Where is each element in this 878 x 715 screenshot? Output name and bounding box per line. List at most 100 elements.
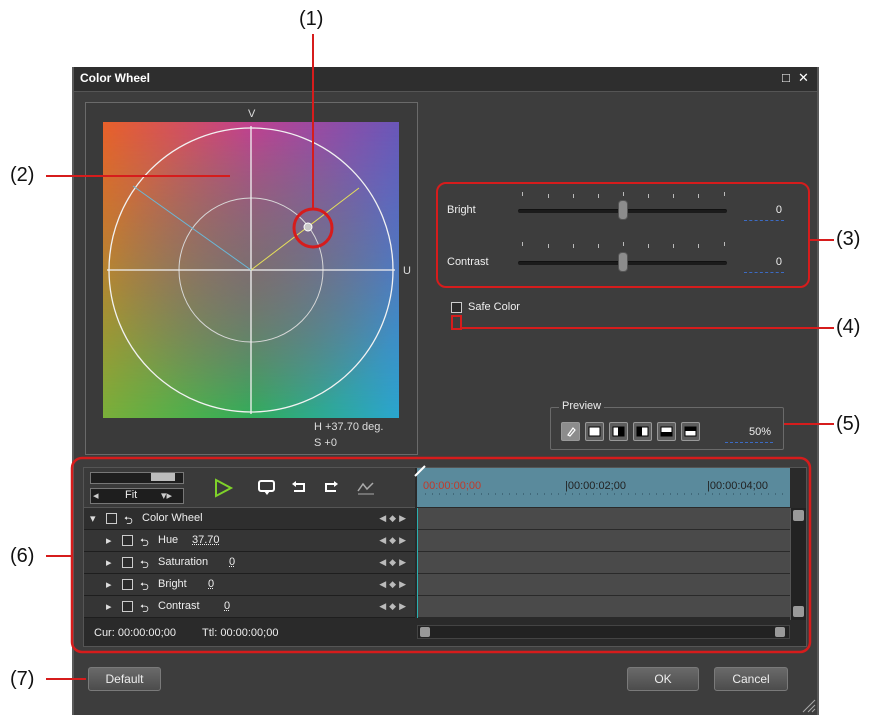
keyframe-lane[interactable] xyxy=(417,574,790,596)
track-checkbox[interactable] xyxy=(122,557,133,568)
play-icon[interactable] xyxy=(212,477,234,499)
preview-full-button[interactable] xyxy=(585,422,604,441)
keyframe-timeline: ◂ Fit ▾▸ 00:00:00;00 |00:00:02;00 |00:00… xyxy=(83,465,807,647)
contrast-slider-thumb[interactable] xyxy=(617,252,628,272)
tick xyxy=(698,244,699,248)
callout-6: (6) xyxy=(10,545,35,567)
prev-keyframe-icon[interactable] xyxy=(290,480,308,496)
keyframe-lane[interactable] xyxy=(417,596,790,618)
reset-icon[interactable]: ⮌ xyxy=(140,600,149,619)
zoom-scrollbar[interactable] xyxy=(90,472,184,484)
callout-7: (7) xyxy=(10,668,35,690)
tick xyxy=(598,244,599,248)
color-wheel[interactable] xyxy=(103,122,399,418)
contrast-value[interactable]: 0 xyxy=(756,256,782,268)
preview-split-right-button[interactable] xyxy=(633,422,652,441)
track-checkbox[interactable] xyxy=(106,513,117,524)
keyframe-lane[interactable] xyxy=(417,530,790,552)
horizontal-scrollbar[interactable] xyxy=(417,625,790,639)
safe-color-checkbox[interactable] xyxy=(451,302,462,313)
keyframe-nav-icons[interactable]: ◀◆▶ xyxy=(379,601,409,612)
reset-icon[interactable]: ⮌ xyxy=(140,534,149,553)
bright-value-underline xyxy=(744,220,784,221)
cancel-button[interactable]: Cancel xyxy=(714,667,788,691)
full-preview-icon xyxy=(588,426,601,437)
expand-icon[interactable]: ▸ xyxy=(106,578,112,591)
current-timecode: Cur: 00:00:00;00 xyxy=(94,627,176,639)
preview-zoom-value[interactable]: 50% xyxy=(731,426,771,438)
track-checkbox[interactable] xyxy=(122,579,133,590)
preview-split-top-button[interactable] xyxy=(657,422,676,441)
scroll-left-icon[interactable] xyxy=(420,627,430,637)
tick xyxy=(598,194,599,198)
scroll-up-icon[interactable] xyxy=(793,510,804,521)
timecode-footer: Cur: 00:00:00;00 Ttl: 00:00:00;00 xyxy=(84,620,415,646)
tick xyxy=(673,244,674,248)
close-icon[interactable]: ✕ xyxy=(798,70,809,86)
expand-icon[interactable]: ▸ xyxy=(106,556,112,569)
bright-slider-thumb[interactable] xyxy=(617,200,628,220)
split-bottom-icon xyxy=(684,426,697,437)
preview-group: Preview 50% xyxy=(550,400,784,450)
maximize-icon[interactable]: □ xyxy=(782,70,790,85)
tick xyxy=(548,194,549,198)
ok-button[interactable]: OK xyxy=(627,667,699,691)
total-timecode: Ttl: 00:00:00;00 xyxy=(202,627,279,639)
fit-dropdown[interactable]: ◂ Fit ▾▸ xyxy=(90,488,184,504)
default-button[interactable]: Default xyxy=(88,667,161,691)
add-keyframe-icon[interactable] xyxy=(256,478,278,498)
fit-prev-icon[interactable]: ◂ xyxy=(93,489,99,502)
track-row-color-wheel[interactable]: ▾ ⮌ Color Wheel ◀◆▶ xyxy=(84,508,415,530)
tick xyxy=(673,194,674,198)
keyframe-lane[interactable] xyxy=(417,508,790,530)
reset-icon[interactable]: ⮌ xyxy=(124,512,133,531)
reset-icon[interactable]: ⮌ xyxy=(140,578,149,597)
tick xyxy=(623,242,624,246)
expand-icon[interactable]: ▸ xyxy=(106,600,112,613)
contrast-value-underline xyxy=(744,272,784,273)
preview-buttons xyxy=(561,422,711,441)
track-checkbox[interactable] xyxy=(122,601,133,612)
contrast-track-value[interactable]: 0 xyxy=(224,600,230,612)
fit-dropdown-icon[interactable]: ▾▸ xyxy=(161,489,172,502)
resize-grip-icon[interactable] xyxy=(800,697,816,713)
scroll-down-icon[interactable] xyxy=(793,606,804,617)
tick xyxy=(522,242,523,246)
keyframe-nav-icons[interactable]: ◀◆▶ xyxy=(379,557,409,568)
hue-track-value[interactable]: 37.70 xyxy=(192,534,220,546)
keyframe-lane[interactable] xyxy=(417,552,790,574)
vertical-scrollbar[interactable] xyxy=(790,508,806,620)
preview-pin-button[interactable] xyxy=(561,422,580,441)
preview-label: Preview xyxy=(559,400,605,412)
bright-label: Bright xyxy=(447,204,476,216)
keyframe-nav-icons[interactable]: ◀◆▶ xyxy=(379,579,409,590)
expand-icon[interactable]: ▸ xyxy=(106,534,112,547)
track-row-hue[interactable]: ▸ ⮌ Hue 37.70 ◀◆▶ xyxy=(84,530,415,552)
track-label: Color Wheel xyxy=(142,512,203,524)
timeline-toolbar: ◂ Fit ▾▸ xyxy=(84,468,415,508)
callout-4: (4) xyxy=(836,316,861,338)
next-keyframe-icon[interactable] xyxy=(322,480,340,496)
reset-icon[interactable]: ⮌ xyxy=(140,556,149,575)
zoom-scrollbar-thumb[interactable] xyxy=(151,473,175,481)
graph-icon[interactable] xyxy=(356,480,376,496)
playhead-marker[interactable] xyxy=(413,464,429,478)
bright-track-value[interactable]: 0 xyxy=(208,578,214,590)
bright-value[interactable]: 0 xyxy=(756,204,782,216)
track-checkbox[interactable] xyxy=(122,535,133,546)
preview-split-bottom-button[interactable] xyxy=(681,422,700,441)
tick xyxy=(522,192,523,196)
track-row-contrast[interactable]: ▸ ⮌ Contrast 0 ◀◆▶ xyxy=(84,596,415,618)
track-row-bright[interactable]: ▸ ⮌ Bright 0 ◀◆▶ xyxy=(84,574,415,596)
time-ruler[interactable]: 00:00:00;00 |00:00:02;00 |00:00:04;00 xyxy=(414,465,790,507)
keyframe-nav-icons[interactable]: ◀◆▶ xyxy=(379,513,409,524)
track-label: Hue xyxy=(158,534,179,546)
preview-split-left-button[interactable] xyxy=(609,422,628,441)
scroll-right-icon[interactable] xyxy=(775,627,785,637)
tick xyxy=(648,244,649,248)
safe-color-label: Safe Color xyxy=(468,301,520,313)
keyframe-nav-icons[interactable]: ◀◆▶ xyxy=(379,535,409,546)
collapse-icon[interactable]: ▾ xyxy=(90,512,96,525)
track-row-saturation[interactable]: ▸ ⮌ Saturation 0 ◀◆▶ xyxy=(84,552,415,574)
saturation-track-value[interactable]: 0 xyxy=(229,556,235,568)
